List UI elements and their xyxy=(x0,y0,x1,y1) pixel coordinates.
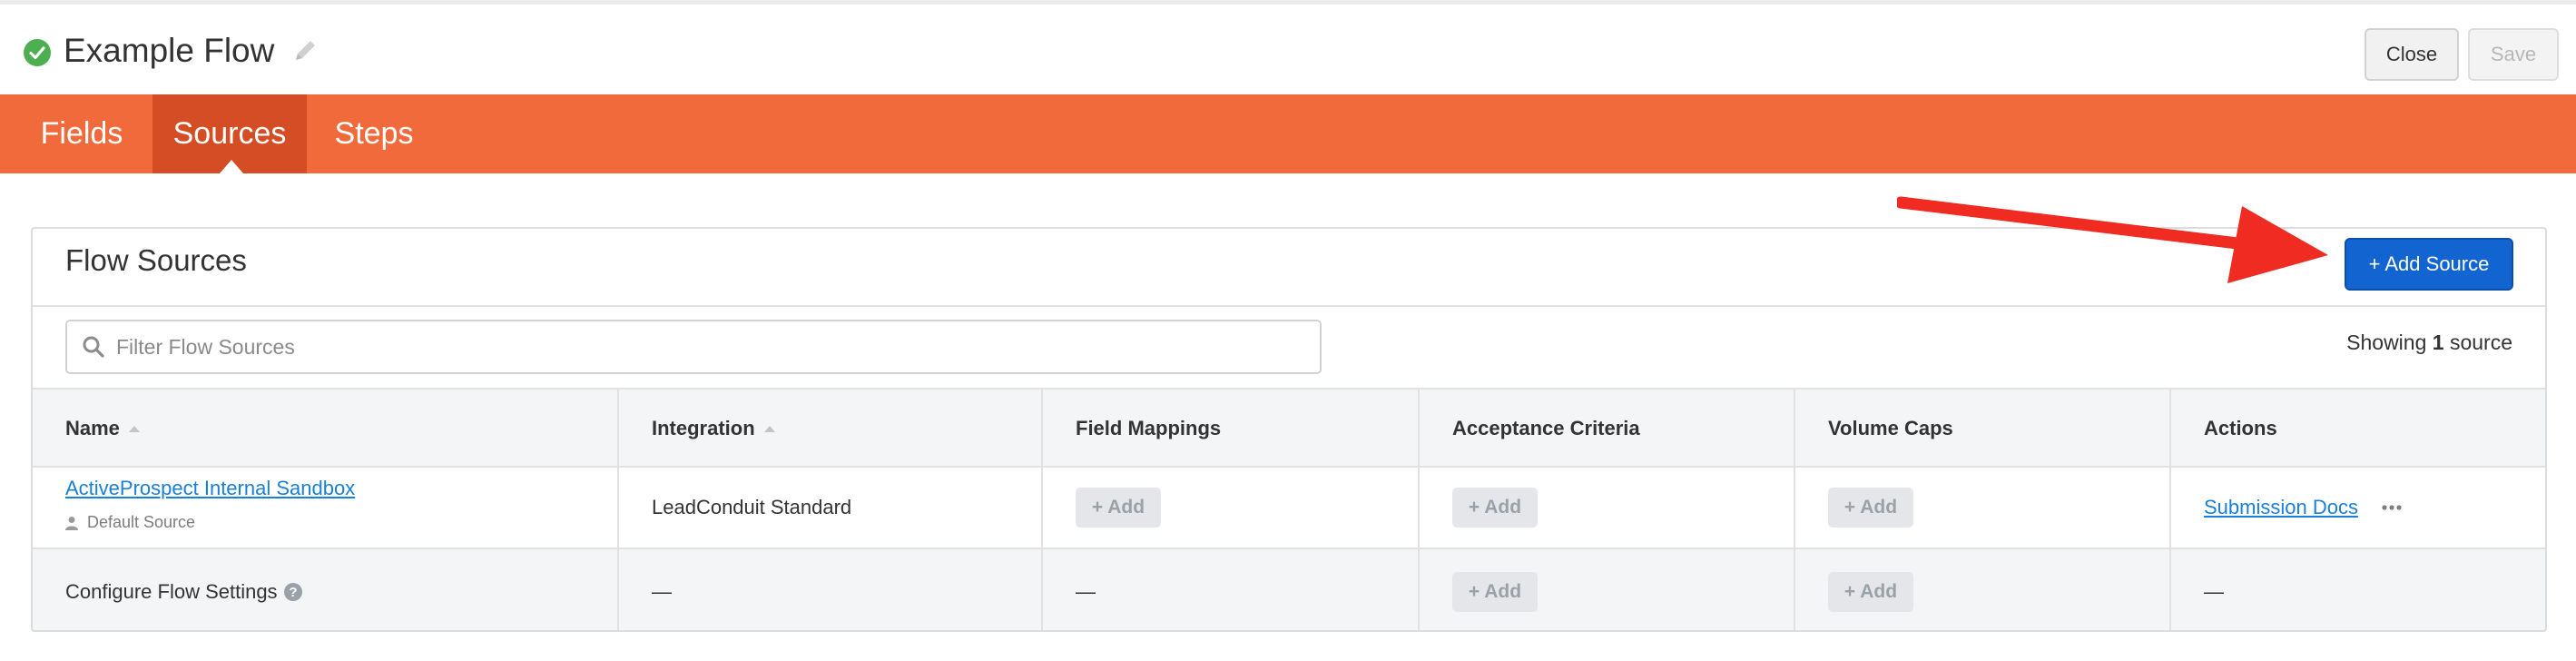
save-button[interactable]: Save xyxy=(2468,28,2559,81)
annotation-arrow-icon xyxy=(1897,196,2328,283)
column-label: Actions xyxy=(2204,417,2277,439)
tab-fields[interactable]: Fields xyxy=(22,94,142,173)
actions-cell: — xyxy=(2171,549,2545,630)
table-row: Configure Flow Settings ? — — + Add + Ad… xyxy=(33,549,2545,630)
table-header: Name Integration Field Mappings Acceptan… xyxy=(33,388,2545,468)
panel-title: Flow Sources xyxy=(65,243,247,277)
add-acceptance-criteria-button[interactable]: + Add xyxy=(1452,488,1538,528)
field-mappings-cell: — xyxy=(1043,549,1420,630)
field-mappings-cell: + Add xyxy=(1043,468,1420,548)
column-header-actions: Actions xyxy=(2171,390,2545,468)
column-header-field-mappings: Field Mappings xyxy=(1043,390,1420,468)
search-input[interactable] xyxy=(116,321,1305,372)
active-tab-caret xyxy=(220,160,243,173)
showing-suffix: source xyxy=(2449,330,2512,354)
flow-settings-cell: Configure Flow Settings ? xyxy=(33,549,619,630)
integration-text: LeadConduit Standard xyxy=(652,496,852,518)
volume-caps-cell: + Add xyxy=(1795,549,2171,630)
tab-bar: Fields Sources Steps xyxy=(0,94,2576,173)
column-label: Field Mappings xyxy=(1076,417,1222,439)
source-name-cell: ActiveProspect Internal Sandbox Default … xyxy=(33,468,619,548)
search-icon xyxy=(83,336,104,358)
column-label: Name xyxy=(65,417,120,439)
source-name-link[interactable]: ActiveProspect Internal Sandbox xyxy=(65,477,355,500)
column-header-name[interactable]: Name xyxy=(33,390,619,468)
check-circle-icon xyxy=(24,39,51,66)
actions-cell: Submission Docs xyxy=(2171,468,2545,548)
search-box[interactable] xyxy=(65,320,1322,374)
configure-flow-settings-label: Configure Flow Settings xyxy=(65,579,278,603)
empty-value: — xyxy=(652,579,672,603)
empty-value: — xyxy=(1076,579,1096,603)
add-acceptance-criteria-button[interactable]: + Add xyxy=(1452,571,1538,612)
help-icon[interactable]: ? xyxy=(283,582,303,602)
divider xyxy=(33,305,2545,307)
column-label: Volume Caps xyxy=(1828,417,1953,439)
volume-caps-cell: + Add xyxy=(1795,468,2171,548)
integration-cell: — xyxy=(619,549,1043,630)
sort-caret-icon xyxy=(128,425,140,432)
column-label: Acceptance Criteria xyxy=(1452,417,1640,439)
person-icon xyxy=(65,516,78,530)
add-volume-cap-button[interactable]: + Add xyxy=(1828,488,1913,528)
add-volume-cap-button[interactable]: + Add xyxy=(1828,571,1913,612)
table-row: ActiveProspect Internal Sandbox Default … xyxy=(33,468,2545,549)
column-header-integration[interactable]: Integration xyxy=(619,390,1043,468)
source-subtitle-text: Default Source xyxy=(87,513,196,531)
add-field-mapping-button[interactable]: + Add xyxy=(1076,488,1161,528)
column-header-volume-caps: Volume Caps xyxy=(1795,390,2171,468)
showing-prefix: Showing xyxy=(2346,330,2427,354)
integration-cell: LeadConduit Standard xyxy=(619,468,1043,548)
result-count: Showing 1 source xyxy=(2346,330,2512,355)
submission-docs-link[interactable]: Submission Docs xyxy=(2204,496,2358,519)
column-header-acceptance-criteria: Acceptance Criteria xyxy=(1420,390,1795,468)
page-header: Example Flow Close Save xyxy=(0,5,2576,94)
column-label: Integration xyxy=(652,417,755,439)
pencil-icon[interactable] xyxy=(289,35,321,67)
svg-text:?: ? xyxy=(289,585,297,600)
empty-value: — xyxy=(2204,579,2224,603)
close-button[interactable]: Close xyxy=(2365,28,2459,81)
showing-count: 1 xyxy=(2432,330,2444,354)
more-horizontal-icon[interactable] xyxy=(2382,504,2402,511)
add-source-button[interactable]: + Add Source xyxy=(2345,238,2513,291)
source-subtitle: Default Source xyxy=(65,513,195,532)
tab-steps[interactable]: Steps xyxy=(321,94,427,173)
flow-title: Example Flow xyxy=(64,32,275,69)
sort-caret-icon xyxy=(763,425,775,432)
acceptance-criteria-cell: + Add xyxy=(1420,549,1795,630)
acceptance-criteria-cell: + Add xyxy=(1420,468,1795,548)
